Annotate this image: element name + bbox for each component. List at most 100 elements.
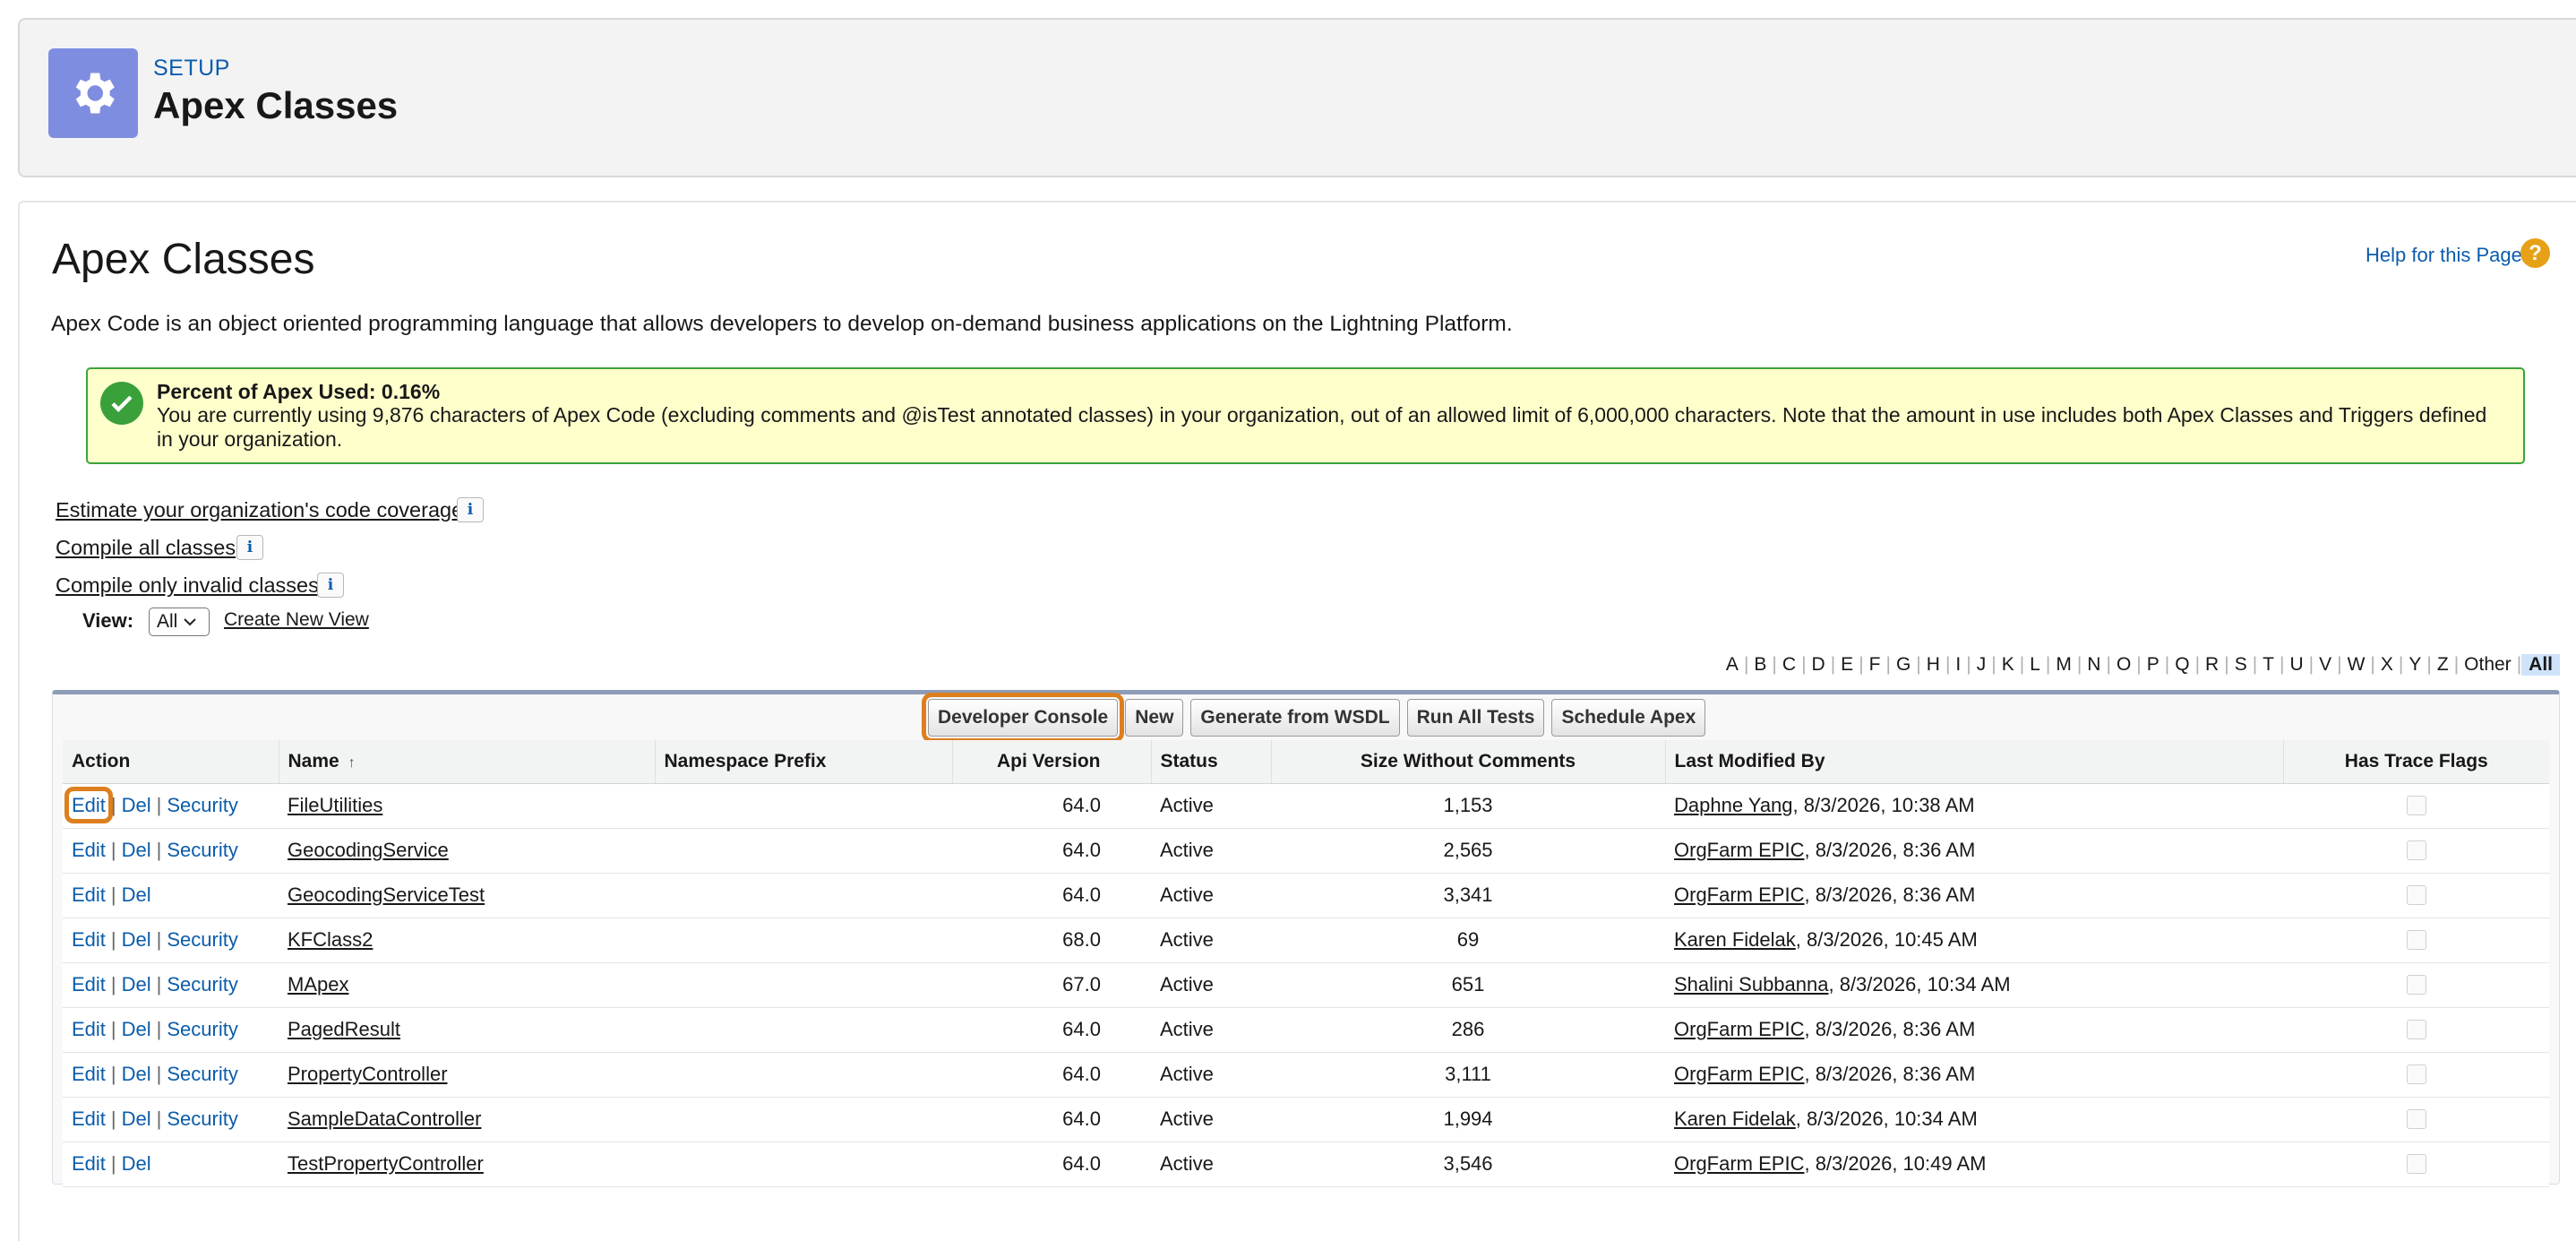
class-name-link[interactable]: PropertyController bbox=[279, 1052, 655, 1098]
compile-invalid-link[interactable]: Compile only invalid classes bbox=[56, 573, 319, 598]
delete-link[interactable]: Del bbox=[122, 928, 151, 951]
class-name-link[interactable]: PagedResult bbox=[279, 1007, 655, 1053]
alpha-filter-c[interactable]: C bbox=[1777, 654, 1801, 676]
edit-link[interactable]: Edit bbox=[72, 1152, 106, 1175]
column-header-namespace[interactable]: Namespace Prefix bbox=[655, 740, 953, 784]
view-select[interactable]: All bbox=[149, 608, 210, 636]
alpha-filter-n[interactable]: N bbox=[2082, 654, 2106, 676]
security-link[interactable]: Security bbox=[167, 794, 237, 816]
alpha-filter-y[interactable]: Y bbox=[2403, 654, 2426, 676]
alpha-filter-o[interactable]: O bbox=[2111, 654, 2136, 676]
alpha-filter-l[interactable]: L bbox=[2024, 654, 2046, 676]
alpha-filter-w[interactable]: W bbox=[2342, 654, 2371, 676]
api-version-cell: 67.0 bbox=[952, 962, 1151, 1008]
class-name-link[interactable]: MApex bbox=[279, 962, 655, 1008]
class-name-link[interactable]: GeocodingServiceTest bbox=[279, 873, 655, 918]
trace-flag-cell bbox=[2283, 918, 2549, 963]
security-link[interactable]: Security bbox=[167, 839, 237, 861]
delete-link[interactable]: Del bbox=[122, 1152, 151, 1175]
class-name-link[interactable]: SampleDataController bbox=[279, 1097, 655, 1142]
delete-link[interactable]: Del bbox=[122, 973, 151, 995]
column-header-size[interactable]: Size Without Comments bbox=[1271, 740, 1666, 784]
edit-link[interactable]: Edit bbox=[72, 1063, 106, 1085]
modified-by-user-link[interactable]: Shalini Subbanna bbox=[1674, 973, 1828, 995]
api-version-cell: 64.0 bbox=[952, 1142, 1151, 1187]
column-header-trace-flags[interactable]: Has Trace Flags bbox=[2283, 740, 2549, 784]
modified-date: , 8/3/2026, 8:36 AM bbox=[1804, 1063, 1976, 1085]
alpha-filter-all[interactable]: All bbox=[2521, 654, 2560, 676]
generate-from-wsdl-button[interactable]: Generate from WSDL bbox=[1190, 699, 1400, 737]
delete-link[interactable]: Del bbox=[122, 883, 151, 906]
alpha-filter-v[interactable]: V bbox=[2314, 654, 2337, 676]
edit-link[interactable]: Edit bbox=[64, 787, 113, 823]
info-icon[interactable]: i bbox=[236, 535, 263, 560]
info-icon[interactable]: i bbox=[317, 573, 344, 598]
breadcrumb[interactable]: SETUP bbox=[153, 56, 230, 82]
class-name-link[interactable]: FileUtilities bbox=[279, 783, 655, 829]
alpha-filter-e[interactable]: E bbox=[1835, 654, 1859, 676]
create-new-view-link[interactable]: Create New View bbox=[224, 609, 369, 631]
edit-link[interactable]: Edit bbox=[72, 1107, 106, 1130]
edit-link[interactable]: Edit bbox=[72, 928, 106, 951]
alpha-filter-a[interactable]: A bbox=[1721, 654, 1744, 676]
security-link[interactable]: Security bbox=[167, 1107, 237, 1130]
edit-link[interactable]: Edit bbox=[72, 1018, 106, 1040]
alpha-filter-g[interactable]: G bbox=[1891, 654, 1916, 676]
alpha-filter-t[interactable]: T bbox=[2257, 654, 2280, 676]
column-header-status[interactable]: Status bbox=[1151, 740, 1272, 784]
class-name-link[interactable]: GeocodingService bbox=[279, 828, 655, 874]
security-link[interactable]: Security bbox=[167, 1063, 237, 1085]
alpha-filter-m[interactable]: M bbox=[2050, 654, 2077, 676]
alpha-filter-x[interactable]: X bbox=[2375, 654, 2399, 676]
developer-console-button[interactable]: Developer Console bbox=[921, 693, 1125, 743]
alpha-filter-h[interactable]: H bbox=[1921, 654, 1945, 676]
column-header-api-version[interactable]: Api Version bbox=[952, 740, 1152, 784]
alpha-filter-k[interactable]: K bbox=[1996, 654, 2020, 676]
alpha-filter-u[interactable]: U bbox=[2284, 654, 2308, 676]
alpha-filter-p[interactable]: P bbox=[2142, 654, 2165, 676]
trace-flag-checkbox bbox=[2406, 975, 2426, 995]
alpha-filter-q[interactable]: Q bbox=[2169, 654, 2194, 676]
class-name-link[interactable]: KFClass2 bbox=[279, 918, 655, 963]
modified-by-user-link[interactable]: Karen Fidelak bbox=[1674, 928, 1796, 951]
schedule-apex-button[interactable]: Schedule Apex bbox=[1551, 699, 1706, 737]
alpha-filter-other[interactable]: Other bbox=[2459, 654, 2517, 676]
modified-by-user-link[interactable]: OrgFarm EPIC bbox=[1674, 1063, 1804, 1085]
alpha-filter-f[interactable]: F bbox=[1864, 654, 1886, 676]
modified-by-user-link[interactable]: OrgFarm EPIC bbox=[1674, 1152, 1804, 1175]
alpha-filter-z[interactable]: Z bbox=[2432, 654, 2454, 676]
alpha-filter-j[interactable]: J bbox=[1971, 654, 1992, 676]
modified-by-user-link[interactable]: OrgFarm EPIC bbox=[1674, 839, 1804, 861]
column-header-name[interactable]: Name ↑ bbox=[279, 740, 656, 784]
compile-all-link[interactable]: Compile all classes bbox=[56, 536, 236, 560]
modified-by-user-link[interactable]: Karen Fidelak bbox=[1674, 1107, 1796, 1130]
alpha-filter-d[interactable]: D bbox=[1807, 654, 1831, 676]
help-icon[interactable]: ? bbox=[2520, 238, 2550, 268]
alpha-filter-b[interactable]: B bbox=[1748, 654, 1772, 676]
new-button[interactable]: New bbox=[1125, 699, 1184, 737]
security-link[interactable]: Security bbox=[167, 1018, 237, 1040]
class-name-link[interactable]: TestPropertyController bbox=[279, 1142, 655, 1187]
alpha-filter-i[interactable]: I bbox=[1950, 654, 1966, 676]
modified-by-user-link[interactable]: OrgFarm EPIC bbox=[1674, 1018, 1804, 1040]
security-link[interactable]: Security bbox=[167, 973, 237, 995]
alpha-filter-r[interactable]: R bbox=[2200, 654, 2224, 676]
alpha-filter-s[interactable]: S bbox=[2229, 654, 2253, 676]
estimate-coverage-link[interactable]: Estimate your organization's code covera… bbox=[56, 498, 463, 522]
namespace-cell bbox=[655, 962, 952, 1008]
modified-by-user-link[interactable]: OrgFarm EPIC bbox=[1674, 883, 1804, 906]
modified-by-user-link[interactable]: Daphne Yang bbox=[1674, 794, 1793, 816]
help-link[interactable]: Help for this Page bbox=[2366, 244, 2522, 267]
run-all-tests-button[interactable]: Run All Tests bbox=[1406, 699, 1545, 737]
delete-link[interactable]: Del bbox=[122, 1018, 151, 1040]
edit-link[interactable]: Edit bbox=[72, 973, 106, 995]
delete-link[interactable]: Del bbox=[122, 794, 151, 816]
edit-link[interactable]: Edit bbox=[72, 883, 106, 906]
delete-link[interactable]: Del bbox=[122, 839, 151, 861]
column-header-last-modified[interactable]: Last Modified By bbox=[1665, 740, 2284, 784]
delete-link[interactable]: Del bbox=[122, 1107, 151, 1130]
edit-link[interactable]: Edit bbox=[72, 839, 106, 861]
info-icon[interactable]: i bbox=[457, 497, 484, 522]
security-link[interactable]: Security bbox=[167, 928, 237, 951]
delete-link[interactable]: Del bbox=[122, 1063, 151, 1085]
